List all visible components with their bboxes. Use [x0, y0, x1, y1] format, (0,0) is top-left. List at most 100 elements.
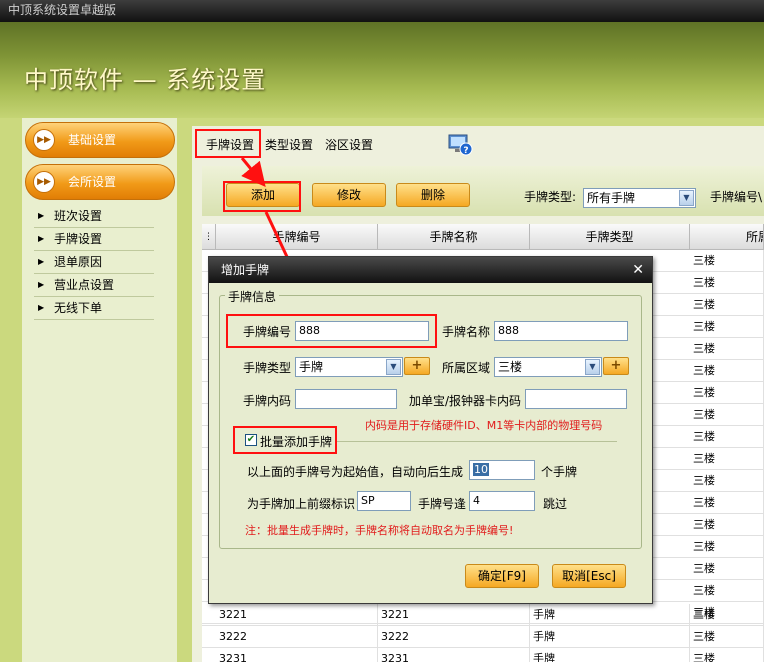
- number-filter-label: 手牌编号\: [710, 190, 763, 204]
- cell-number: 3221: [216, 604, 378, 626]
- card-code-label: 加单宝/报钟器卡内码: [409, 394, 522, 408]
- type-filter-value: 所有手牌: [587, 191, 636, 205]
- batch-note: 注：批量生成手牌时，手牌名称将自动取名为手牌编号!: [245, 524, 514, 537]
- svg-text:?: ?: [463, 146, 468, 156]
- cell-area: 三楼: [690, 558, 764, 580]
- submenu-item-label: 营业点设置: [54, 278, 115, 292]
- inner-code-label: 手牌内码: [243, 394, 292, 408]
- cell-area: 三楼: [690, 470, 764, 492]
- cell-area: 三楼: [690, 250, 764, 272]
- batch-count-value: 10: [473, 463, 489, 476]
- submenu-item-refund-reasons[interactable]: ▶ 退单原因: [34, 251, 154, 274]
- sidebar-item-basic-settings[interactable]: ▶▶ 基础设置: [25, 122, 175, 158]
- add-wristband-dialog: 增加手牌 ✕ 手牌信息 手牌编号 888 手牌名称 888 手牌类型 手牌 ▼ …: [208, 256, 653, 604]
- area-select-value: 三楼: [498, 360, 523, 374]
- inner-code-input[interactable]: [295, 389, 397, 409]
- table-row[interactable]: 3231 3231 手牌 三楼: [202, 648, 764, 662]
- cell-area: 三楼: [690, 360, 764, 382]
- cell-area: 三楼: [690, 382, 764, 404]
- banner-title: 中顶软件 — 系统设置: [24, 66, 267, 94]
- play-icon: ▶▶: [33, 129, 55, 151]
- column-header-name[interactable]: 手牌名称: [378, 224, 530, 250]
- cell-area: 三楼: [690, 316, 764, 338]
- cell-area: 三楼: [690, 580, 764, 602]
- submenu-item-shifts[interactable]: ▶ 班次设置: [34, 205, 154, 228]
- add-area-button[interactable]: +: [603, 357, 629, 375]
- cell-type: 手牌: [530, 604, 690, 626]
- number-label: 手牌编号: [243, 325, 292, 339]
- batch-start-text: 以上面的手牌号为起始值，自动向后生成: [247, 465, 464, 479]
- delete-button[interactable]: 删除: [396, 183, 470, 207]
- submenu-item-label: 班次设置: [54, 209, 103, 223]
- column-header-area[interactable]: 所属: [690, 224, 764, 250]
- group-label: 手牌信息: [225, 290, 280, 304]
- type-filter-label: 手牌类型:: [524, 190, 577, 204]
- type-select[interactable]: 手牌 ▼: [295, 357, 403, 377]
- prefix-label: 为手牌加上前缀标识: [247, 497, 356, 511]
- cell-area: 三楼: [690, 426, 764, 448]
- card-code-input[interactable]: [525, 389, 627, 409]
- submenu-item-outlet-settings[interactable]: ▶ 营业点设置: [34, 274, 154, 297]
- submenu-item-label: 手牌设置: [54, 232, 103, 246]
- submenu-item-wristband-settings[interactable]: ▶ 手牌设置: [34, 228, 154, 251]
- area-label: 所属区域: [442, 361, 491, 375]
- tab-bath-area-settings[interactable]: 浴区设置: [321, 134, 377, 156]
- cell-area: 三楼: [690, 648, 764, 662]
- sidebar-item-label: 基础设置: [68, 133, 117, 147]
- cell-area: 三楼: [690, 604, 764, 626]
- name-input[interactable]: 888: [494, 321, 628, 341]
- batch-checkbox-label[interactable]: 批量添加手牌: [260, 433, 332, 450]
- cell-area: 三楼: [690, 626, 764, 648]
- triangle-right-icon: ▶: [38, 257, 45, 266]
- sidebar-item-club-settings[interactable]: ▶▶ 会所设置: [25, 164, 175, 200]
- ok-button[interactable]: 确定[F9]: [465, 564, 539, 588]
- window-titlebar: 中顶系统设置卓越版: [0, 0, 764, 22]
- cell-area: 三楼: [690, 294, 764, 316]
- window-title: 中顶系统设置卓越版: [8, 3, 117, 17]
- cell-area: 三楼: [690, 448, 764, 470]
- chevron-down-icon: ▼: [386, 359, 401, 375]
- sidebar-submenu: ▶ 班次设置 ▶ 手牌设置 ▶ 退单原因 ▶ 营业点设置 ▶ 无线下单: [34, 205, 154, 320]
- cell-type: 手牌: [530, 648, 690, 662]
- cell-area: 三楼: [690, 536, 764, 558]
- cancel-button[interactable]: 取消[Esc]: [552, 564, 626, 588]
- arrow-to-add: [240, 157, 266, 187]
- cell-name: 3221: [378, 604, 530, 626]
- dialog-title: 增加手牌: [221, 263, 270, 277]
- cell-area: 三楼: [690, 514, 764, 536]
- chevron-down-icon: ▼: [679, 190, 694, 206]
- triangle-right-icon: ▶: [38, 211, 45, 220]
- skip-suffix: 跳过: [543, 497, 568, 511]
- prefix-input[interactable]: SP: [357, 491, 411, 511]
- skip-input[interactable]: 4: [469, 491, 535, 511]
- sidebar: ▶▶ 基础设置 ▶▶ 会所设置: [22, 118, 177, 662]
- submenu-item-wireless-order[interactable]: ▶ 无线下单: [34, 297, 154, 320]
- column-header-type[interactable]: 手牌类型: [530, 224, 690, 250]
- submenu-item-label: 退单原因: [54, 255, 103, 269]
- close-icon[interactable]: ✕: [632, 257, 644, 283]
- play-icon: ▶▶: [33, 171, 55, 193]
- batch-checkbox[interactable]: ✔: [245, 434, 257, 446]
- batch-count-suffix: 个手牌: [541, 465, 578, 479]
- batch-count-input[interactable]: 10: [469, 460, 535, 480]
- table-row[interactable]: 3221 3221 手牌 三楼: [202, 604, 764, 626]
- add-type-button[interactable]: +: [404, 357, 430, 375]
- monitor-help-icon[interactable]: ?: [447, 134, 473, 156]
- inner-code-note: 内码是用于存储硬件ID、M1等卡内部的物理号码: [365, 419, 603, 432]
- cell-type: 手牌: [530, 626, 690, 648]
- submenu-item-label: 无线下单: [54, 301, 103, 315]
- divider: [337, 441, 617, 442]
- type-filter-select[interactable]: 所有手牌 ▼: [583, 188, 696, 208]
- dialog-titlebar: 增加手牌 ✕: [209, 257, 652, 283]
- table-row[interactable]: 3222 3222 手牌 三楼: [202, 626, 764, 648]
- triangle-right-icon: ▶: [38, 303, 45, 312]
- number-input[interactable]: 888: [295, 321, 429, 341]
- cell-area: 三楼: [690, 492, 764, 514]
- edit-button[interactable]: 修改: [312, 183, 386, 207]
- triangle-right-icon: ▶: [38, 234, 45, 243]
- cell-area: 三楼: [690, 338, 764, 360]
- cell-name: 3222: [378, 626, 530, 648]
- area-select[interactable]: 三楼 ▼: [494, 357, 602, 377]
- sidebar-item-label: 会所设置: [68, 175, 117, 189]
- cell-area: 三楼: [690, 404, 764, 426]
